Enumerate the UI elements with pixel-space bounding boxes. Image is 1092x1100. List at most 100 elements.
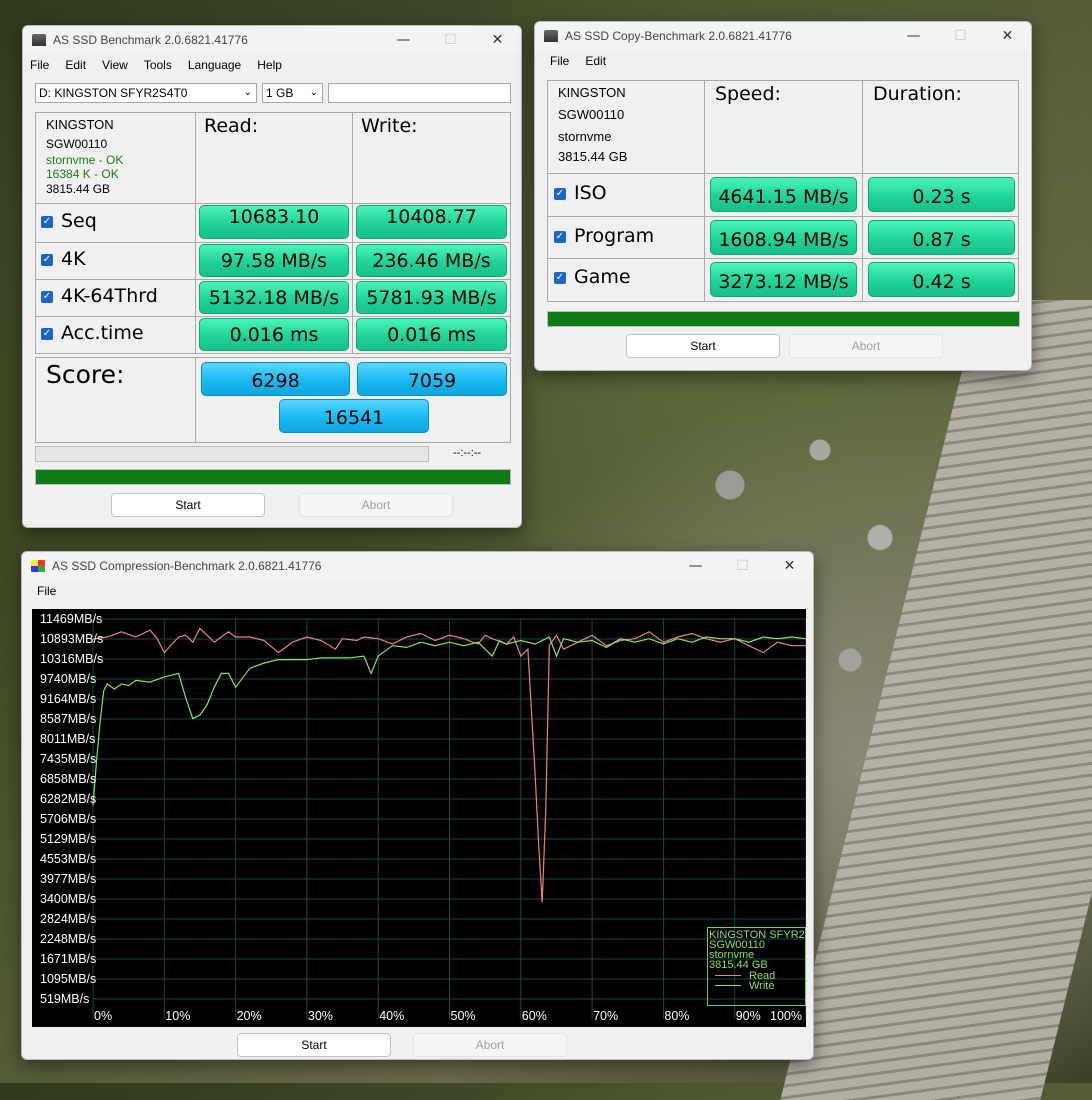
close-button[interactable]: ✕ xyxy=(984,22,1031,50)
y-tick-label: 4553MB/s xyxy=(40,852,97,866)
seq-label: Seq xyxy=(61,210,97,232)
menu-view[interactable]: View xyxy=(102,58,128,72)
info-driver: stornvme - OK xyxy=(46,153,124,167)
copy-info-model: KINGSTON xyxy=(558,85,626,100)
y-tick-label: 10893MB/s xyxy=(40,632,104,646)
start-button[interactable]: Start xyxy=(111,493,265,517)
x-tick-label: 90% xyxy=(735,1009,761,1023)
iso-speed-value: 4641.15 MB/s xyxy=(710,177,857,212)
legend-capacity: 3815.44 GB xyxy=(709,959,768,971)
path-input[interactable] xyxy=(328,83,511,103)
4k64-label: 4K-64Thrd xyxy=(61,285,158,307)
copy-menubar: File Edit xyxy=(535,50,1031,72)
menu-tools[interactable]: Tools xyxy=(144,58,172,72)
row-seq-label-cell xyxy=(35,203,196,243)
4k64-write-value: 5781.93 MB/s xyxy=(356,281,507,314)
program-checkbox[interactable]: ✓ xyxy=(554,231,566,243)
main-benchmark-window: AS SSD Benchmark 2.0.6821.41776 — ☐ ✕ Fi… xyxy=(22,25,522,528)
y-tick-label: 519MB/s xyxy=(40,992,90,1006)
copy-start-button[interactable]: Start xyxy=(626,334,780,358)
x-tick-label: 60% xyxy=(521,1009,547,1023)
menu-language[interactable]: Language xyxy=(188,58,241,72)
game-checkbox[interactable]: ✓ xyxy=(554,272,566,284)
app-icon xyxy=(32,34,46,46)
4k-read-value: 97.58 MB/s xyxy=(199,244,349,277)
copy-benchmark-window: AS SSD Copy-Benchmark 2.0.6821.41776 — ☐… xyxy=(534,21,1032,371)
size-select-value: 1 GB xyxy=(266,86,294,100)
seq-write-value: 10408.77 xyxy=(356,205,507,239)
compression-chart-plot xyxy=(92,618,806,1019)
y-tick-label: 1095MB/s xyxy=(40,972,97,986)
score-total-value: 16541 xyxy=(279,399,429,433)
info-alignment: 16384 K - OK xyxy=(46,167,119,181)
4k-write-value: 236.46 MB/s xyxy=(356,244,507,277)
copy-info-firmware: SGW00110 xyxy=(558,107,625,122)
app-icon xyxy=(31,560,45,572)
y-tick-label: 3977MB/s xyxy=(40,872,97,886)
compression-menubar: File xyxy=(22,580,813,602)
compression-chart: 11469MB/s 10893MB/s 10316MB/s 9740MB/s 9164M… xyxy=(32,609,806,1027)
copy-abort-button[interactable]: Abort xyxy=(789,334,943,358)
copy-info-capacity: 3815.44 GB xyxy=(558,149,628,164)
close-button[interactable]: ✕ xyxy=(474,26,521,54)
minimize-button[interactable]: — xyxy=(672,552,719,580)
y-tick-label: 2824MB/s xyxy=(40,912,97,926)
read-header-cell: Read: xyxy=(195,112,353,204)
x-tick-label: 80% xyxy=(664,1009,690,1023)
iso-checkbox[interactable]: ✓ xyxy=(554,188,566,200)
score-read-value: 6298 xyxy=(201,362,350,396)
acc-checkbox[interactable]: ✓ xyxy=(41,328,53,340)
x-tick-label: 50% xyxy=(450,1009,476,1023)
y-tick-label: 2248MB/s xyxy=(40,932,97,946)
4k64-checkbox[interactable]: ✓ xyxy=(41,291,53,303)
speed-header: Speed: xyxy=(715,83,781,105)
minimize-button[interactable]: — xyxy=(890,22,937,50)
app-icon xyxy=(544,30,558,42)
write-header-cell: Write: xyxy=(352,112,511,204)
compression-start-button[interactable]: Start xyxy=(237,1033,391,1057)
4k-label: 4K xyxy=(61,248,86,270)
row-4k-label-cell xyxy=(35,242,196,280)
y-tick-label: 9740MB/s xyxy=(40,672,97,686)
drive-info-cell: KINGSTON SGW00110 stornvme - OK 16384 K … xyxy=(35,112,196,204)
abort-button[interactable]: Abort xyxy=(299,493,453,517)
x-tick-label: 10% xyxy=(165,1009,191,1023)
y-tick-label: 9164MB/s xyxy=(40,692,97,706)
read-header: Read: xyxy=(204,115,259,137)
menu-file[interactable]: File xyxy=(550,54,569,68)
menu-file[interactable]: File xyxy=(30,58,49,72)
score-label: Score: xyxy=(46,360,125,389)
close-button[interactable]: ✕ xyxy=(766,552,813,580)
maximize-button[interactable]: ☐ xyxy=(937,22,984,50)
menu-edit[interactable]: Edit xyxy=(585,54,606,68)
menu-edit[interactable]: Edit xyxy=(65,58,86,72)
speed-header-cell: Speed: xyxy=(704,80,863,174)
legend-read-swatch xyxy=(715,975,741,976)
score-write-value: 7059 xyxy=(357,362,507,396)
x-tick-label: 100% xyxy=(770,1009,802,1023)
maximize-button[interactable]: ☐ xyxy=(427,26,474,54)
maximize-button[interactable]: ☐ xyxy=(719,552,766,580)
size-select[interactable]: 1 GB ⌄ xyxy=(262,83,323,103)
info-capacity: 3815.44 GB xyxy=(46,182,111,196)
y-tick-label: 1671MB/s xyxy=(40,952,97,966)
game-speed-value: 3273.12 MB/s xyxy=(710,262,857,297)
copy-titlebar: AS SSD Copy-Benchmark 2.0.6821.41776 — ☐… xyxy=(535,22,1031,50)
drive-select[interactable]: D: KINGSTON SFYR2S4T0 ⌄ xyxy=(35,83,257,103)
y-tick-label: 6858MB/s xyxy=(40,772,97,786)
menu-help[interactable]: Help xyxy=(257,58,282,72)
y-tick-label: 6282MB/s xyxy=(40,792,97,806)
y-tick-label: 8587MB/s xyxy=(40,712,97,726)
main-titlebar: AS SSD Benchmark 2.0.6821.41776 — ☐ ✕ xyxy=(23,26,521,54)
minimize-button[interactable]: — xyxy=(380,26,427,54)
seq-read-value: 10683.10 xyxy=(199,205,349,239)
compression-titlebar: AS SSD Compression-Benchmark 2.0.6821.41… xyxy=(22,552,813,580)
iso-label-cell xyxy=(547,173,705,217)
menu-file[interactable]: File xyxy=(37,584,56,598)
compression-abort-button[interactable]: Abort xyxy=(413,1033,567,1057)
y-tick-label: 10316MB/s xyxy=(40,652,104,666)
4k-checkbox[interactable]: ✓ xyxy=(41,254,53,266)
drive-select-value: D: KINGSTON SFYR2S4T0 xyxy=(39,86,188,100)
x-tick-label: 0% xyxy=(94,1009,113,1023)
seq-checkbox[interactable]: ✓ xyxy=(41,216,53,228)
